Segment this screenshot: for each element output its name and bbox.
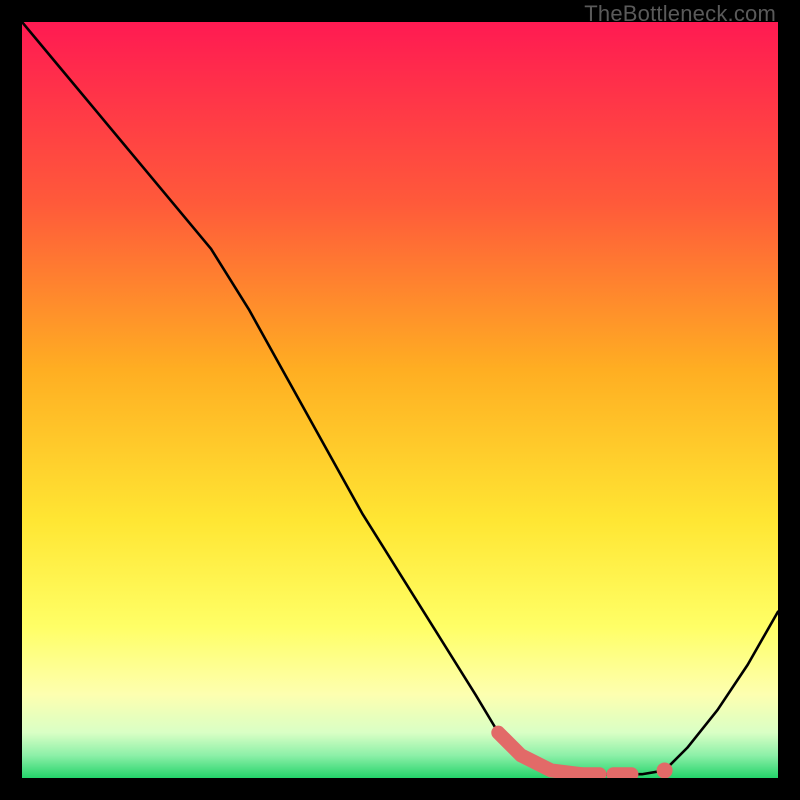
- bottleneck-chart: [22, 22, 778, 778]
- highlight-end-dot: [657, 762, 673, 778]
- chart-frame: [22, 22, 778, 778]
- gradient-background: [22, 22, 778, 778]
